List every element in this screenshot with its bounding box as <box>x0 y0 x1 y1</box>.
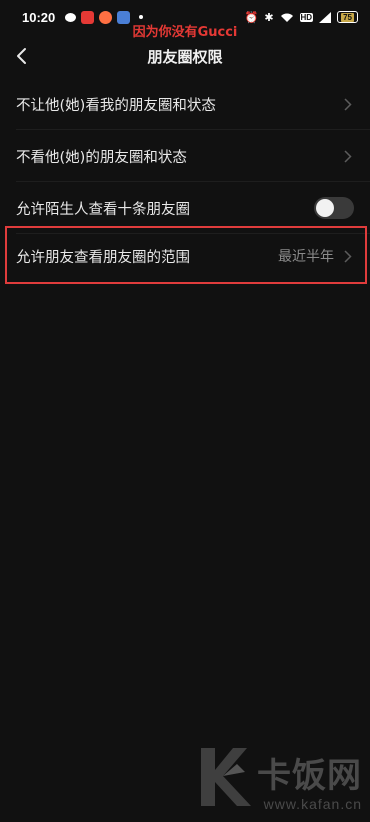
watermark: 卡饭网 www.kafan.cn <box>193 742 362 812</box>
row-label: 允许陌生人查看十条朋友圈 <box>16 201 190 218</box>
stranger-view-toggle[interactable] <box>314 197 354 219</box>
page-header: 朋友圈权限 <box>0 38 370 74</box>
row-hide-my-moments[interactable]: 不让他(她)看我的朋友圈和状态 <box>0 78 370 130</box>
highlight-annotation-box <box>5 226 367 284</box>
chevron-right-icon <box>344 149 354 163</box>
row-label: 不让他(她)看我的朋友圈和状态 <box>16 97 216 114</box>
row-hide-their-moments[interactable]: 不看他(她)的朋友圈和状态 <box>0 130 370 182</box>
page-title: 朋友圈权限 <box>147 47 223 66</box>
chevron-left-icon <box>17 48 26 64</box>
more-dot-icon <box>139 15 144 19</box>
toggle-knob <box>316 199 334 217</box>
chevron-right-icon <box>344 97 354 111</box>
row-label: 不看他(她)的朋友圈和状态 <box>16 149 187 166</box>
watermark-url: www.kafan.cn <box>263 796 362 812</box>
watermark-title: 卡饭网 <box>257 756 362 796</box>
back-button[interactable] <box>8 42 34 70</box>
watermark-text: 卡饭网 www.kafan.cn <box>257 756 362 812</box>
kafan-logo-icon <box>201 748 251 806</box>
